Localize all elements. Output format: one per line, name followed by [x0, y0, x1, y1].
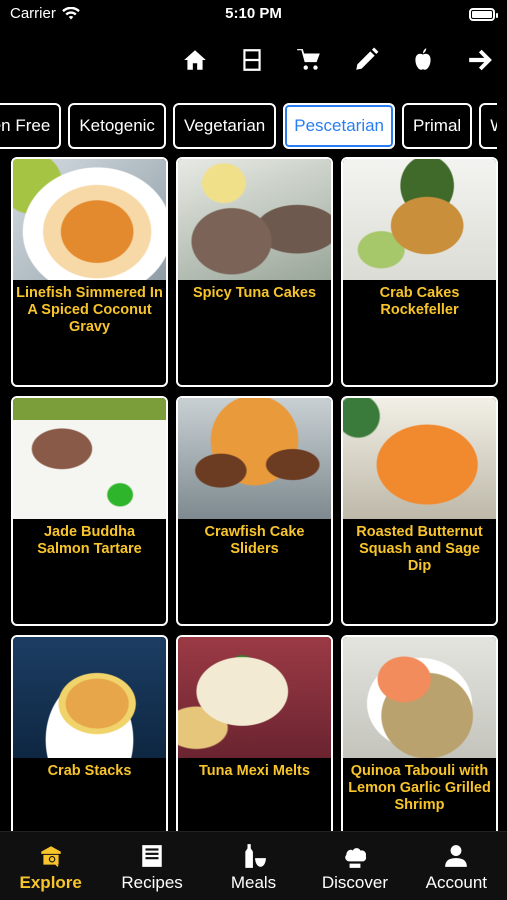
recipe-card[interactable]: Linefish Simmered In A Spiced Coconut Gr… — [11, 157, 168, 387]
tab-label: Account — [425, 873, 488, 892]
recipe-title: Tuna Mexi Melts — [199, 763, 310, 779]
recipe-card[interactable]: Jade Buddha Salmon Tartare — [11, 396, 168, 626]
recipe-card[interactable]: Roasted Butternut Squash and Sage Dip — [341, 396, 498, 626]
calculator-icon[interactable] — [239, 47, 265, 73]
person-icon — [445, 845, 468, 867]
recipe-card[interactable]: Spicy Tuna Cakes — [176, 157, 333, 387]
recipe-title: Crab Stacks — [47, 763, 132, 779]
tab-recipes[interactable]: Recipes — [101, 832, 202, 900]
meals-icon — [244, 844, 266, 868]
recipe-photo — [13, 637, 166, 758]
recipe-photo — [13, 159, 166, 280]
diet-filter-bar: ten Free Ketogenic Vegetarian Pescetaria… — [0, 103, 497, 151]
tab-discover[interactable]: Discover — [304, 832, 405, 900]
chef-hat-icon — [345, 848, 367, 868]
recipe-title: Linefish Simmered In A Spiced Coconut Gr… — [16, 285, 163, 335]
apple-icon[interactable] — [410, 47, 436, 73]
recipe-photo — [178, 637, 331, 758]
recipe-card[interactable]: Crawfish Cake Sliders — [176, 396, 333, 626]
recipe-card[interactable]: Crab Cakes Rockefeller — [341, 157, 498, 387]
filter-chip-ketogenic[interactable]: Ketogenic — [68, 103, 166, 149]
home-icon[interactable] — [182, 47, 208, 73]
arrow-right-icon[interactable] — [467, 47, 493, 73]
tab-meals[interactable]: Meals — [203, 832, 304, 900]
pencil-icon[interactable] — [353, 47, 379, 73]
battery-icon — [469, 8, 498, 21]
tab-label: Recipes — [121, 873, 183, 892]
recipe-photo — [343, 637, 496, 758]
recipes-icon — [142, 845, 162, 867]
filter-chip-whole30[interactable]: W — [479, 103, 497, 149]
filter-chip-gluten-free[interactable]: ten Free — [0, 103, 62, 149]
recipe-photo — [343, 159, 496, 280]
recipe-title: Spicy Tuna Cakes — [192, 285, 317, 301]
filter-chip-vegetarian[interactable]: Vegetarian — [172, 103, 277, 149]
tab-label: Explore — [19, 873, 82, 892]
recipe-title: Roasted Butternut Squash and Sage Dip — [356, 524, 483, 574]
top-toolbar — [182, 42, 493, 78]
tab-label: Discover — [321, 873, 388, 892]
recipe-title: Quinoa Tabouli with Lemon Garlic Grilled… — [348, 763, 491, 813]
tab-account[interactable]: Account — [406, 832, 507, 900]
recipe-title: Jade Buddha Salmon Tartare — [37, 524, 142, 557]
bottom-tab-bar: Explore Recipes Meals Discover Account — [0, 831, 507, 900]
filter-chip-primal[interactable]: Primal — [402, 103, 473, 149]
filter-chip-pescetarian[interactable]: Pescetarian — [283, 103, 396, 149]
status-bar: Carrier 5:10 PM — [0, 0, 507, 30]
cart-icon[interactable] — [296, 47, 322, 73]
recipe-photo — [343, 398, 496, 519]
status-time: 5:10 PM — [225, 5, 282, 22]
recipe-photo — [13, 398, 166, 519]
tab-label: Meals — [230, 873, 277, 892]
recipe-photo — [178, 159, 331, 280]
explore-icon — [40, 846, 61, 867]
tab-explore[interactable]: Explore — [0, 832, 101, 900]
recipe-title: Crawfish Cake Sliders — [204, 524, 305, 557]
recipe-photo — [178, 398, 331, 519]
recipe-title: Crab Cakes Rockefeller — [379, 285, 460, 318]
recipe-grid: Linefish Simmered In A Spiced Coconut Gr… — [11, 157, 498, 865]
